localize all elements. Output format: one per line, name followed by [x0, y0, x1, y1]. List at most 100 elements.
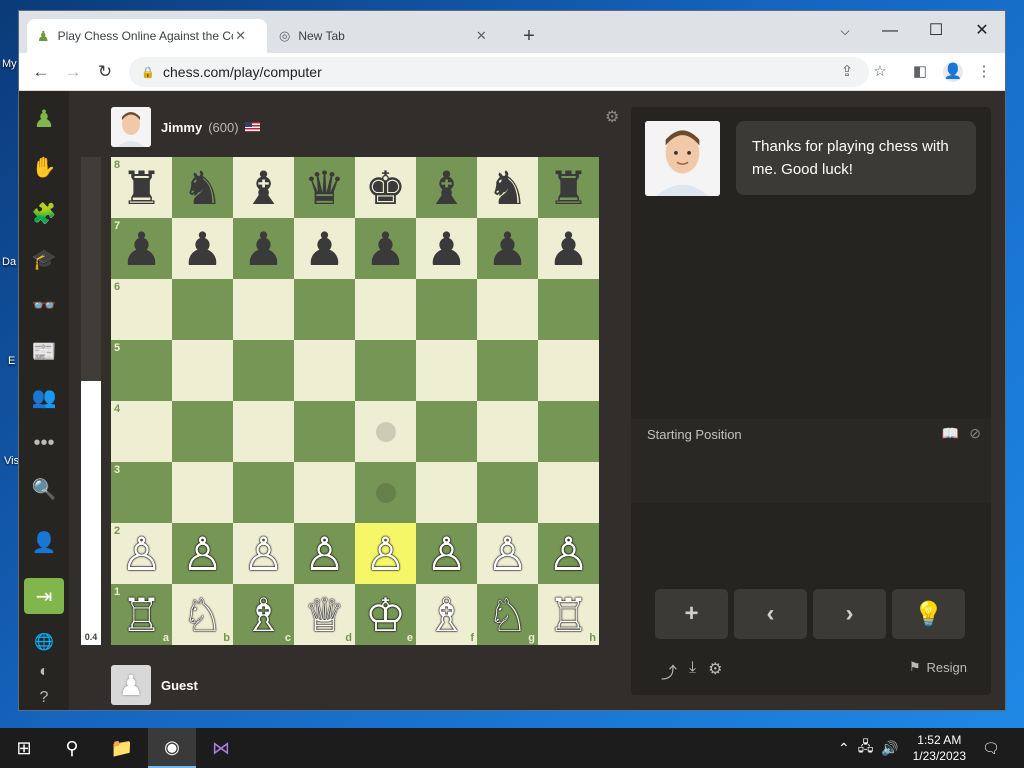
piece-b8[interactable]: ♞ [182, 165, 223, 211]
square-d2[interactable]: ♙ [294, 523, 355, 584]
watch-icon[interactable]: 👓 [24, 287, 64, 323]
side-panel-icon[interactable]: ◧ [910, 62, 930, 82]
square-b4[interactable] [172, 401, 233, 462]
sign-up-icon[interactable]: 👤 [24, 524, 64, 560]
square-f3[interactable] [416, 462, 477, 523]
square-a2[interactable]: ♙ 2 [111, 523, 172, 584]
explorer-compass-icon[interactable]: ⊘ [969, 425, 981, 442]
square-c1[interactable]: ♗ c [233, 584, 294, 645]
next-move-button[interactable]: › [813, 589, 886, 639]
piece-a8[interactable]: ♜ [121, 165, 162, 211]
move-hint-dot[interactable] [375, 421, 396, 442]
share-icon[interactable]: ⇪ [837, 62, 857, 82]
piece-g2[interactable]: ♙ [487, 531, 528, 577]
close-window-button[interactable]: ✕ [959, 17, 1005, 45]
forward-button[interactable]: → [62, 61, 84, 83]
piece-h7[interactable]: ♟ [548, 226, 589, 272]
piece-e8[interactable]: ♚ [365, 165, 406, 211]
square-f6[interactable] [416, 279, 477, 340]
square-e3[interactable] [355, 462, 416, 523]
square-f1[interactable]: ♗ f [416, 584, 477, 645]
square-d6[interactable] [294, 279, 355, 340]
square-f4[interactable] [416, 401, 477, 462]
square-g7[interactable]: ♟ [477, 218, 538, 279]
square-a6[interactable]: 6 [111, 279, 172, 340]
log-in-icon[interactable]: ⇥ [24, 578, 64, 614]
back-button[interactable]: ← [30, 61, 52, 83]
social-icon[interactable]: 👥 [24, 379, 64, 415]
piece-h1[interactable]: ♖ [548, 592, 589, 638]
square-e7[interactable]: ♟ [355, 218, 416, 279]
chevron-up-icon[interactable]: ⌃ [838, 740, 850, 757]
more-icon[interactable]: ••• [24, 425, 64, 461]
square-c8[interactable]: ♝ [233, 157, 294, 218]
network-icon[interactable]: 🖧 [858, 736, 874, 760]
square-a7[interactable]: ♟ 7 [111, 218, 172, 279]
square-b3[interactable] [172, 462, 233, 523]
news-icon[interactable]: 📰 [24, 333, 64, 369]
new-game-button[interactable]: + [655, 589, 728, 639]
piece-a2[interactable]: ♙ [121, 531, 162, 577]
piece-a7[interactable]: ♟ [121, 226, 162, 272]
tab-search-chevron-icon[interactable]: ⌵ [822, 17, 868, 45]
share-icon[interactable]: ⤴ [661, 659, 677, 683]
close-tab-icon[interactable]: ✕ [233, 28, 249, 44]
square-h3[interactable] [538, 462, 599, 523]
square-h7[interactable]: ♟ [538, 218, 599, 279]
square-h8[interactable]: ♜ [538, 157, 599, 218]
maximize-button[interactable]: ☐ [913, 17, 959, 45]
square-h4[interactable] [538, 401, 599, 462]
square-c7[interactable]: ♟ [233, 218, 294, 279]
piece-c7[interactable]: ♟ [243, 226, 284, 272]
square-g3[interactable] [477, 462, 538, 523]
desktop-icon-label[interactable]: Vis [4, 455, 19, 467]
square-d8[interactable]: ♛ [294, 157, 355, 218]
square-a3[interactable]: 3 [111, 462, 172, 523]
resign-button[interactable]: ⚑ Resign [909, 659, 967, 675]
clock[interactable]: 1:52 AM 1/23/2023 [913, 732, 966, 764]
square-b6[interactable] [172, 279, 233, 340]
piece-d7[interactable]: ♟ [304, 226, 345, 272]
help-icon[interactable]: ? [24, 680, 64, 710]
square-b1[interactable]: ♘ b [172, 584, 233, 645]
piece-d2[interactable]: ♙ [304, 531, 345, 577]
new-tab-button[interactable]: + [518, 25, 540, 47]
square-c4[interactable] [233, 401, 294, 462]
piece-c1[interactable]: ♗ [243, 592, 284, 638]
square-a4[interactable]: 4 [111, 401, 172, 462]
opponent-avatar[interactable] [111, 107, 151, 147]
square-b2[interactable]: ♙ [172, 523, 233, 584]
menu-kebab-icon[interactable]: ⋮ [974, 62, 994, 82]
file-explorer-icon[interactable]: 📁 [98, 728, 146, 768]
piece-c2[interactable]: ♙ [243, 531, 284, 577]
square-b7[interactable]: ♟ [172, 218, 233, 279]
square-h1[interactable]: ♖ h [538, 584, 599, 645]
square-g5[interactable] [477, 340, 538, 401]
player-avatar[interactable]: ♟ [111, 665, 151, 705]
piece-g1[interactable]: ♘ [487, 592, 528, 638]
piece-d8[interactable]: ♛ [304, 165, 345, 211]
search-icon[interactable]: ⚲ [48, 728, 96, 768]
square-g8[interactable]: ♞ [477, 157, 538, 218]
square-c2[interactable]: ♙ [233, 523, 294, 584]
piece-e1[interactable]: ♔ [365, 592, 406, 638]
square-f2[interactable]: ♙ [416, 523, 477, 584]
notifications-icon[interactable]: 🗨 [982, 728, 1000, 768]
square-c5[interactable] [233, 340, 294, 401]
piece-e7[interactable]: ♟ [365, 226, 406, 272]
square-c3[interactable] [233, 462, 294, 523]
learn-icon[interactable]: 🎓 [24, 241, 64, 277]
square-e1[interactable]: ♔ e [355, 584, 416, 645]
chess-board[interactable]: ♜ 8 ♞ ♝ ♛ ♚ ♝ ♞ ♜ ♟ 7 ♟ ♟ ♟ ♟ ♟ ♟ ♟ 6 5 4 3 ♙ 2 ♙ ♙ ♙ ♙ ♙ ♙ ♙ ♖ 1 a ♘ b ♗ c ♕ d… [111, 157, 599, 645]
square-b5[interactable] [172, 340, 233, 401]
hint-button[interactable]: 💡 [892, 589, 965, 639]
tab-new-tab[interactable]: ◎ New Tab ✕ [269, 19, 509, 53]
piece-g7[interactable]: ♟ [487, 226, 528, 272]
piece-b7[interactable]: ♟ [182, 226, 223, 272]
square-g4[interactable] [477, 401, 538, 462]
square-h5[interactable] [538, 340, 599, 401]
square-f7[interactable]: ♟ [416, 218, 477, 279]
square-c6[interactable] [233, 279, 294, 340]
square-h2[interactable]: ♙ [538, 523, 599, 584]
piece-b1[interactable]: ♘ [182, 592, 223, 638]
